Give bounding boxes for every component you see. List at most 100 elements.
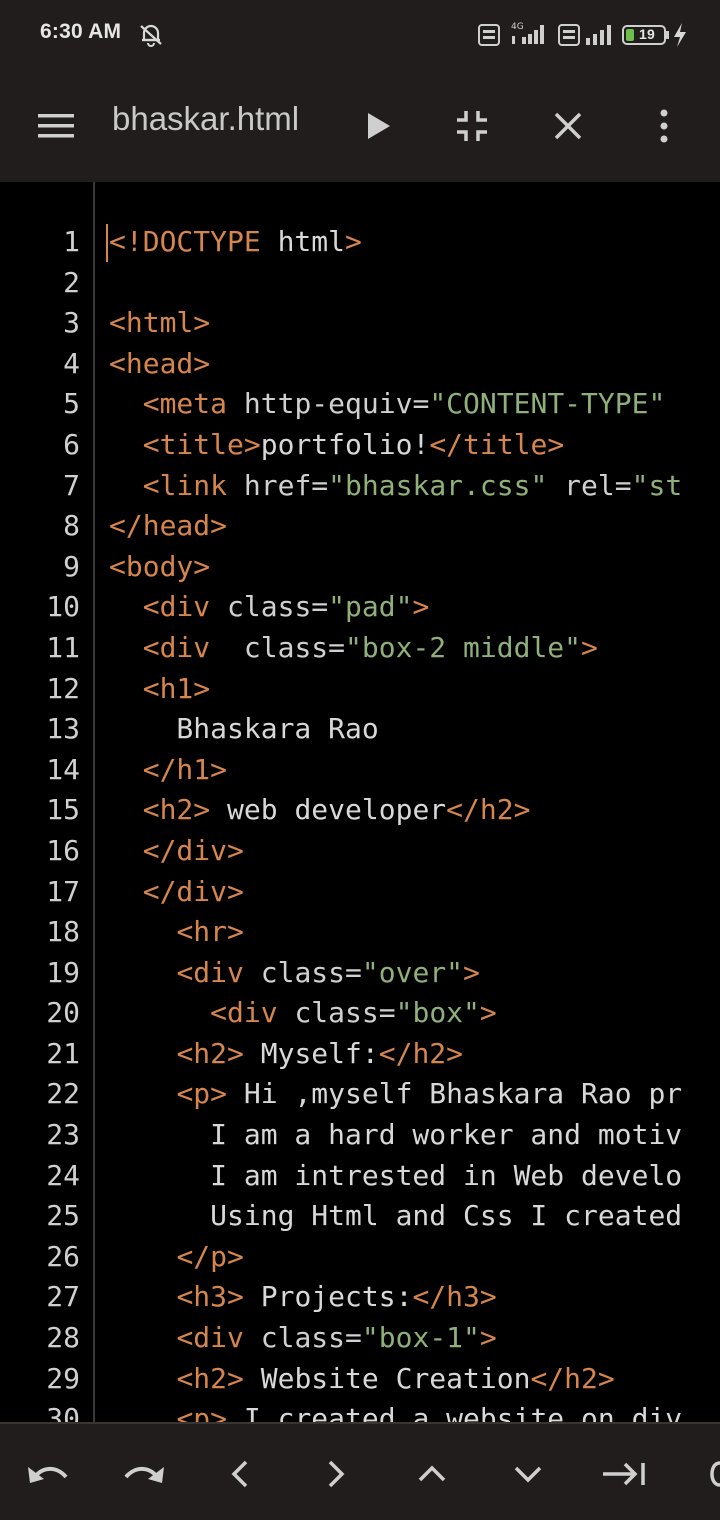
code-line[interactable]: Bhaskara Rao — [109, 709, 682, 750]
undo-button[interactable] — [20, 1446, 76, 1502]
code-token: Bhaskara Rao — [109, 712, 379, 746]
line-number: 30 — [46, 1402, 80, 1422]
more-options-button[interactable] — [634, 96, 694, 156]
code-line[interactable]: <meta http-equiv="CONTENT-TYPE" — [109, 384, 682, 425]
code-token: I am a hard worker and motiv — [109, 1118, 683, 1152]
cursor-right-button[interactable] — [308, 1446, 364, 1502]
code-line[interactable]: <h2> Myself:</h2> — [109, 1034, 682, 1075]
code-line[interactable]: <div class="box-2 middle"> — [109, 628, 682, 669]
code-line[interactable]: <body> — [109, 547, 682, 588]
cursor-down-button[interactable] — [500, 1446, 556, 1502]
code-token: http-equiv= — [227, 387, 430, 421]
code-token: <body> — [109, 549, 211, 583]
code-token: "bhaskar.css" — [328, 468, 548, 502]
volte-icon-2 — [558, 24, 580, 50]
line-number: 11 — [46, 630, 80, 664]
more-keys-button[interactable] — [692, 1446, 720, 1502]
code-token: <div — [142, 630, 211, 664]
line-number: 25 — [46, 1199, 80, 1233]
code-token: <title> — [142, 427, 261, 461]
code-token: > — [479, 996, 497, 1030]
cursor-left-button[interactable] — [212, 1446, 268, 1502]
menu-button[interactable] — [26, 96, 86, 156]
code-line[interactable]: <div class="over"> — [109, 953, 682, 994]
code-line[interactable]: <h2> web developer</h2> — [109, 790, 682, 831]
code-line[interactable]: <h3> Projects:</h3> — [109, 1277, 682, 1318]
code-editor[interactable]: 1 2 3 4 5 6 7 8 9 10 11 12 13 14 15 16 17 18 19 20 21 22 23 24 2… — [0, 182, 720, 1422]
line-number: 9 — [63, 549, 80, 583]
code-line[interactable]: </p> — [109, 1237, 682, 1278]
collapse-button[interactable] — [442, 96, 502, 156]
code-token: </h1> — [142, 752, 228, 786]
arrow-left-icon — [231, 1460, 248, 1488]
gutter-divider — [93, 182, 95, 1422]
code-line[interactable]: Using Html and Css I created — [109, 1196, 682, 1237]
status-bar: 6:30 AM 4G 19 — [0, 0, 720, 70]
code-token: "box" — [395, 996, 480, 1030]
code-token: </h2> — [378, 1036, 464, 1070]
code-token: > — [345, 225, 362, 258]
line-number: 22 — [46, 1077, 80, 1111]
redo-button[interactable] — [116, 1446, 172, 1502]
line-number: 4 — [63, 346, 80, 380]
run-button[interactable] — [348, 96, 408, 156]
signal-4g-icon: 4G — [508, 20, 550, 50]
status-time: 6:30 AM — [40, 20, 122, 43]
code-line[interactable]: <hr> — [109, 912, 682, 953]
code-line[interactable]: I am a hard worker and motiv — [109, 1115, 682, 1156]
code-line[interactable]: <div class="box"> — [109, 993, 682, 1034]
partial-key-icon — [710, 1461, 720, 1487]
code-token: I am intrested in Web develo — [109, 1158, 683, 1192]
code-line[interactable]: <h2> Website Creation</h2> — [109, 1359, 682, 1400]
code-token: </p> — [176, 1239, 244, 1273]
arrow-down-icon — [514, 1466, 542, 1483]
code-token: > — [479, 1321, 497, 1355]
code-token: Projects: — [243, 1280, 413, 1314]
code-token: </div> — [142, 833, 244, 867]
close-file-button[interactable] — [538, 96, 598, 156]
code-line[interactable]: <div class="box-1"> — [109, 1318, 682, 1359]
code-line[interactable]: </div> — [109, 831, 682, 872]
code-line[interactable]: <p> I created a website on div — [109, 1399, 682, 1422]
code-line[interactable]: </h1> — [109, 750, 682, 791]
file-name-tab[interactable]: bhaskar.html — [112, 100, 299, 138]
line-number: 20 — [46, 996, 80, 1030]
code-line[interactable]: <head> — [109, 344, 682, 385]
code-token: html — [260, 225, 346, 258]
code-token: <h2> — [176, 1361, 244, 1395]
code-line[interactable] — [109, 263, 682, 304]
code-line[interactable]: <div class="pad"> — [109, 587, 682, 628]
code-line[interactable]: I am intrested in Web develo — [109, 1156, 682, 1197]
code-line[interactable]: </head> — [109, 506, 682, 547]
code-line[interactable]: <link href="bhaskar.css" rel="st — [109, 466, 682, 507]
code-line[interactable]: <title>portfolio!</title> — [109, 425, 682, 466]
bottom-keybar — [0, 1422, 720, 1520]
code-line[interactable]: <!DOCTYPE html> — [109, 222, 682, 263]
code-token: "over" — [361, 955, 464, 989]
code-line[interactable]: </div> — [109, 872, 682, 913]
code-line[interactable]: <html> — [109, 303, 682, 344]
tab-button[interactable] — [596, 1446, 652, 1502]
code-token: Using Html and Css I created — [109, 1199, 683, 1233]
line-number: 18 — [46, 915, 80, 949]
toolbar: bhaskar.html — [0, 70, 720, 182]
line-number: 16 — [46, 833, 80, 867]
collapse-icon — [457, 111, 487, 141]
line-number: 13 — [46, 712, 80, 746]
code-area[interactable]: <!DOCTYPE html> <html> <head> <meta http-… — [109, 222, 682, 1422]
code-token: </title> — [429, 427, 565, 461]
undo-icon — [28, 1467, 68, 1483]
code-token: class= — [277, 996, 396, 1030]
code-token: <!DOCTYPE — [109, 225, 261, 258]
cursor-up-button[interactable] — [404, 1446, 460, 1502]
code-line[interactable]: <p> Hi ,myself Bhaskara Rao pr — [109, 1074, 682, 1115]
code-line[interactable]: <h1> — [109, 669, 682, 710]
